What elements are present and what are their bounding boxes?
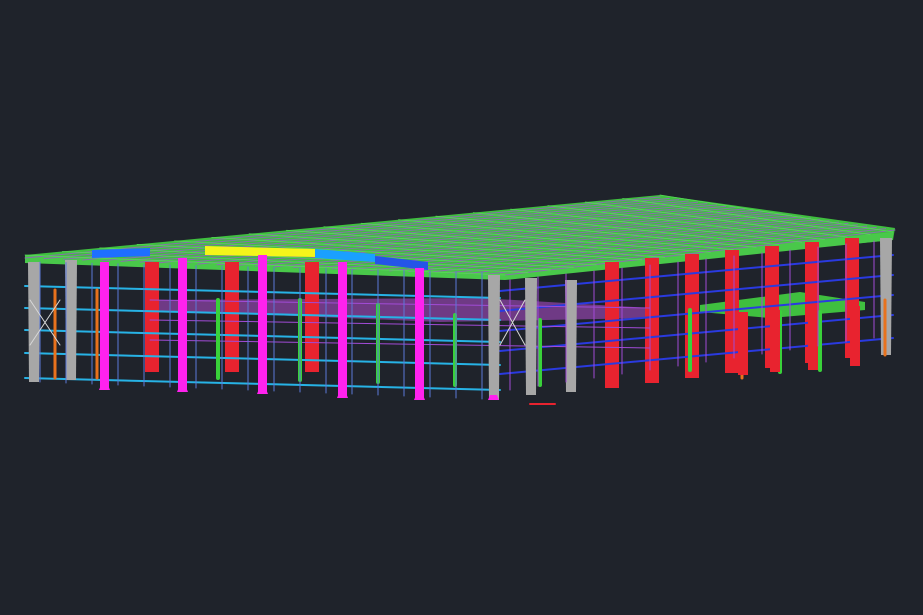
column-magenta [100,262,109,390]
annex-column [850,306,860,366]
column-gray [525,278,537,395]
column-magenta [258,255,267,393]
column-magenta [338,262,347,396]
column-magenta [178,258,187,392]
column-gray [565,280,577,392]
column-red [225,262,239,372]
column-magenta [415,268,424,400]
column-gray [65,260,77,380]
annex-column [808,308,818,370]
model-viewport[interactable] [0,0,923,615]
column-red [305,262,319,372]
column-gray [28,262,40,382]
annex-column [738,312,748,375]
annex-column [770,310,780,372]
column-gray [488,275,500,400]
building-model-canvas[interactable] [0,0,923,615]
